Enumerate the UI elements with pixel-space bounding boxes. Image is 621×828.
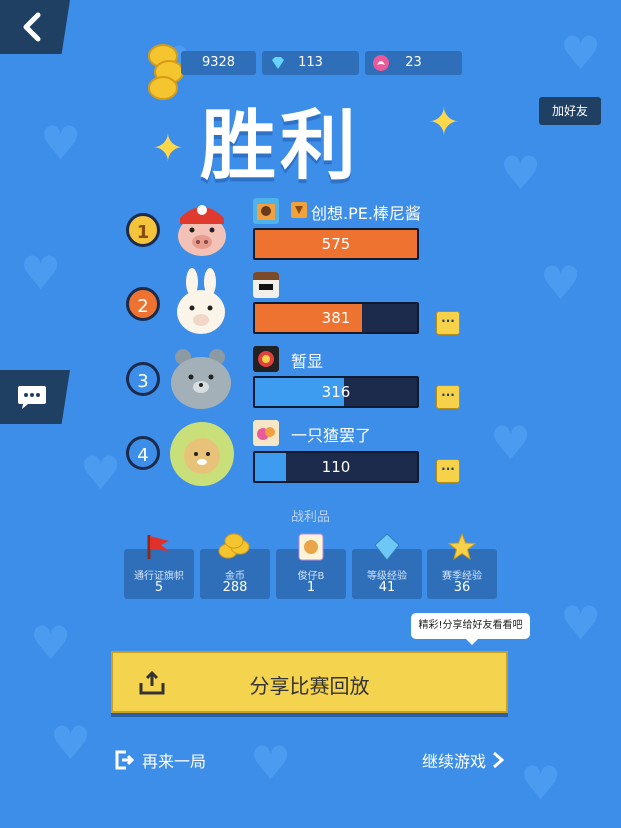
- sparkle-right-icon: ✦: [428, 100, 460, 144]
- chevron-right-icon: [493, 751, 505, 769]
- bear-avatar-icon: [171, 349, 231, 409]
- chat-button[interactable]: [0, 370, 70, 424]
- gems-value: 113: [298, 55, 323, 70]
- loot-item: 赛季经验 36: [427, 533, 497, 599]
- player-name: 一只猹罢了: [291, 426, 372, 445]
- rank-badge-1: 1: [126, 213, 160, 247]
- star-icon: [448, 533, 476, 561]
- gems-counter: 113: [262, 51, 359, 75]
- loot-value: 41: [378, 580, 396, 595]
- loot-value: 288: [222, 580, 248, 595]
- continue-button[interactable]: 继续游戏: [422, 748, 505, 772]
- loot-item: 等级经验 41: [352, 533, 422, 599]
- share-replay-label: 分享比赛回放: [249, 674, 370, 698]
- play-again-label: 再来一局: [142, 752, 207, 771]
- player4-avatar-icon: [253, 420, 279, 446]
- exit-icon: [115, 750, 134, 770]
- pig-avatar-icon: [178, 205, 226, 256]
- more-options-button[interactable]: ···: [436, 385, 460, 409]
- speech-bubble-icon: [18, 386, 46, 409]
- add-friend-button[interactable]: 加好友: [539, 97, 601, 125]
- loot-value: 36: [453, 580, 471, 595]
- score-bar: 575: [253, 228, 419, 260]
- player-name: 暂显: [291, 352, 324, 371]
- loot-item: 通行证旗帜 5: [124, 535, 194, 599]
- continue-label: 继续游戏: [422, 752, 487, 771]
- score-bar: 110: [253, 451, 419, 483]
- loot-title: 战利品: [290, 510, 330, 525]
- more-options-button[interactable]: ···: [436, 459, 460, 483]
- loot-item: 俊仔B 1: [276, 533, 346, 599]
- victory-title: 胜利: [200, 101, 360, 190]
- clan-badge-icon: [291, 202, 307, 218]
- crystal-icon: [374, 533, 400, 561]
- player1-avatar-icon: [253, 198, 279, 224]
- score-value: 575: [321, 235, 351, 253]
- score-bar: 316: [253, 376, 419, 408]
- score-bar: 381: [253, 302, 419, 334]
- score-value: 110: [321, 458, 351, 476]
- chevron-left-icon: [23, 12, 41, 42]
- rank-badge-3: 3: [126, 362, 160, 396]
- player-name: 创想.PE.棒尼酱: [311, 204, 421, 223]
- player3-avatar-icon: [253, 346, 279, 372]
- rank-badge-2: 2: [126, 287, 160, 321]
- coins-icon: [218, 533, 250, 559]
- share-tooltip: 精彩!分享给好友看看吧: [411, 613, 530, 645]
- coins-value: 9328: [201, 55, 236, 70]
- coins-counter: 9328: [181, 51, 256, 75]
- flag-icon: [147, 535, 169, 559]
- score-value: 316: [321, 383, 351, 401]
- bunny-avatar-icon: [177, 268, 225, 334]
- rank-badge-4: 4: [126, 436, 160, 470]
- back-button[interactable]: [0, 0, 70, 54]
- loot-item: 金币 288: [200, 533, 270, 599]
- score-value: 381: [321, 309, 351, 327]
- tickets-counter: 23: [365, 51, 462, 75]
- more-options-button[interactable]: ···: [436, 311, 460, 335]
- sparkle-left-icon: ✦: [152, 126, 184, 170]
- share-replay-button[interactable]: 分享比赛回放: [111, 651, 508, 713]
- loot-value: 1: [306, 580, 316, 595]
- player2-avatar-icon: [253, 272, 279, 298]
- loot-value: 5: [154, 580, 164, 595]
- dog-card-icon: [298, 533, 324, 561]
- tickets-value: 23: [405, 55, 422, 70]
- shiba-cabbage-avatar-icon: [170, 422, 234, 486]
